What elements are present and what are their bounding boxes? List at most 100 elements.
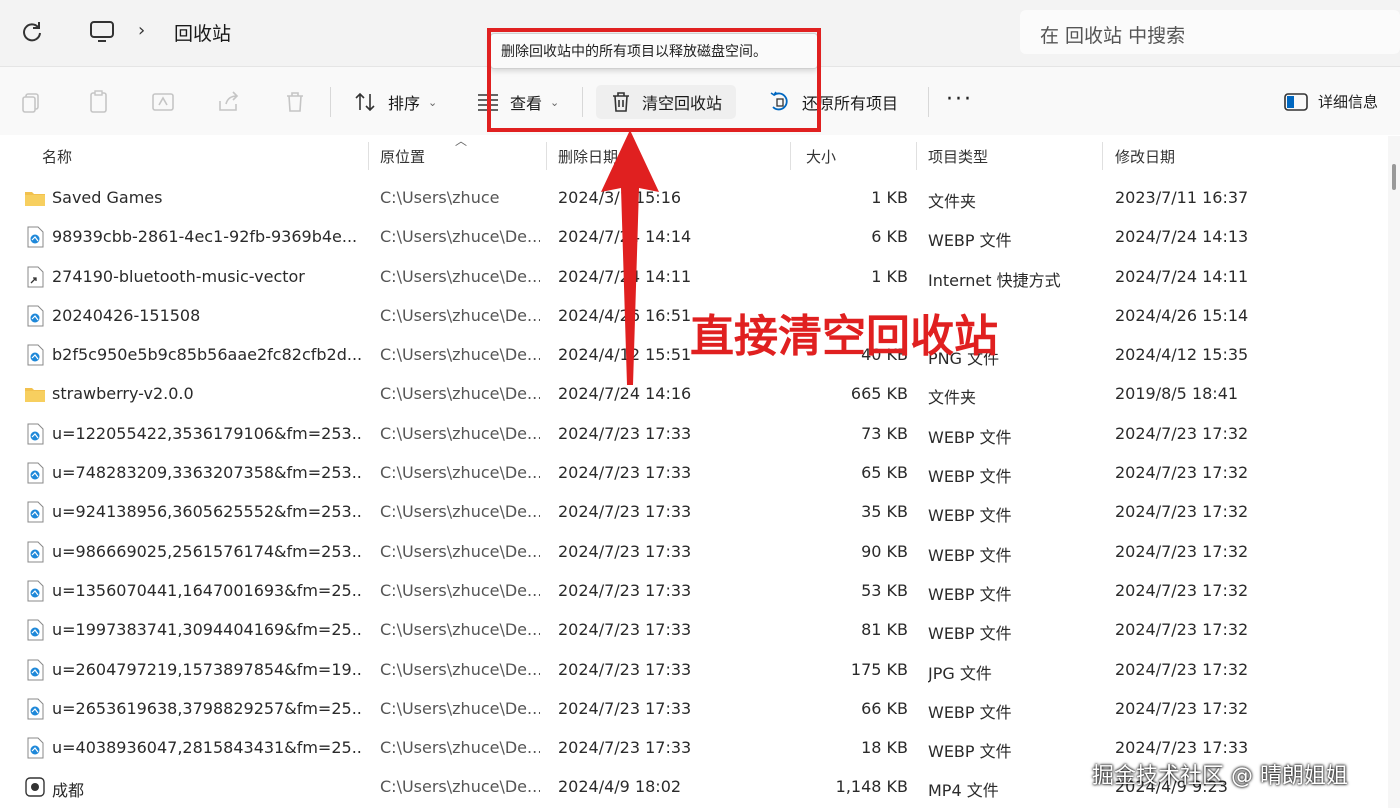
cut-icon[interactable] [20,89,46,115]
this-pc-icon[interactable] [88,18,116,46]
chevron-right-icon[interactable]: › [138,20,152,44]
file-location: C:\Users\zhuce\De... [380,777,540,797]
details-pane-button[interactable]: 详细信息 [1284,91,1378,112]
folder-icon [24,187,46,209]
file-row[interactable]: u=2653619638,3798829257&fm=25... C:\Users… [0,689,1388,728]
file-size: 81 KB [861,620,908,640]
details-label: 详细信息 [1318,93,1379,111]
file-modified-date: 2024/7/23 17:32 [1115,541,1249,561]
column-size[interactable]: 大小 [806,146,836,167]
file-name: 98939cbb-2861-4ec1-92fb-9369b4e... [52,227,358,247]
file-location: C:\Users\zhuce\De... [380,463,540,483]
image-file-icon [24,737,46,759]
file-location: C:\Users\zhuce\De... [380,227,540,247]
column-type[interactable]: 项目类型 [928,146,988,167]
column-modified[interactable]: 修改日期 [1115,146,1175,167]
file-name: 成都 [52,781,85,801]
delete-icon[interactable] [282,89,308,115]
file-list: Saved Games C:\Users\zhuce 2024/3/1 15:16 1… [0,178,1388,807]
image-file-icon [24,541,46,563]
file-modified-date: 2024/4/26 15:14 [1115,305,1249,325]
file-name: u=1997383741,3094404169&fm=25... [52,620,362,640]
column-divider[interactable] [546,142,547,170]
file-row[interactable]: Saved Games C:\Users\zhuce 2024/3/1 15:16 1… [0,178,1388,217]
column-header: 名称 ︿ 原位置 删除日期 大小 项目类型 修改日期 [0,134,1388,176]
refresh-icon[interactable] [18,18,46,46]
file-size: 1,148 KB [835,777,908,797]
column-divider[interactable] [368,142,369,170]
file-location: C:\Users\zhuce\De... [380,423,540,443]
file-type: WEBP 文件 [928,231,1012,251]
file-row[interactable]: u=986669025,2561576174&fm=253... C:\Users… [0,532,1388,571]
file-row[interactable]: strawberry-v2.0.0 C:\Users\zhuce\De... 202… [0,374,1388,413]
file-location: C:\Users\zhuce\De... [380,266,540,286]
file-modified-date: 2024/7/23 17:32 [1115,620,1249,640]
file-size: 53 KB [861,580,908,600]
highlight-box [487,28,821,132]
file-name: 20240426-151508 [52,305,201,325]
scrollbar-thumb[interactable] [1392,164,1396,190]
file-row[interactable]: u=1356070441,1647001693&fm=25... C:\Users… [0,571,1388,610]
file-type: WEBP 文件 [928,624,1012,644]
image-file-icon [24,619,46,641]
share-icon[interactable] [216,89,242,115]
file-name: u=1356070441,1647001693&fm=25... [52,580,362,600]
file-size: 90 KB [861,541,908,561]
file-name: Saved Games [52,188,163,207]
image-file-icon [24,501,46,523]
file-name: u=2653619638,3798829257&fm=25... [52,698,362,718]
file-deleted-date: 2024/7/23 17:33 [558,541,692,561]
vertical-scrollbar[interactable] [1388,136,1400,808]
breadcrumb-recycle-bin[interactable]: 回收站 [174,19,231,46]
file-deleted-date: 2024/7/23 17:33 [558,502,692,522]
search-box[interactable]: 在 回收站 中搜索 [1020,10,1400,54]
sort-button[interactable]: 排序 ⌄ [354,85,437,119]
file-location: C:\Users\zhuce\De... [380,305,540,325]
video-file-icon [24,776,46,798]
file-modified-date: 2024/7/23 17:32 [1115,423,1249,443]
copy-icon[interactable] [86,89,112,115]
file-row[interactable]: u=122055422,3536179106&fm=253... C:\Users… [0,414,1388,453]
annotation-text: 直接清空回收站 [690,311,998,362]
shortcut-file-icon [24,266,46,288]
file-row[interactable]: 98939cbb-2861-4ec1-92fb-9369b4e... C:\Use… [0,217,1388,256]
file-row[interactable]: u=1997383741,3094404169&fm=25... C:\Users… [0,610,1388,649]
file-modified-date: 2024/7/24 14:13 [1115,227,1249,247]
file-row[interactable]: u=2604797219,1573897854&fm=19... C:\Users… [0,650,1388,689]
file-type: MP4 文件 [928,781,999,801]
file-size: 6 KB [871,227,908,247]
file-deleted-date: 2024/7/23 17:33 [558,659,692,679]
file-modified-date: 2024/7/23 17:33 [1115,738,1249,758]
file-size: 66 KB [861,698,908,718]
file-type: WEBP 文件 [928,427,1012,447]
column-name[interactable]: 名称 [42,146,72,167]
file-type: JPG 文件 [928,663,992,683]
column-divider[interactable] [916,142,917,170]
file-modified-date: 2019/8/5 18:41 [1115,384,1239,404]
file-row[interactable]: 274190-bluetooth-music-vector C:\Users\zh… [0,257,1388,296]
search-placeholder: 在 回收站 中搜索 [1040,25,1186,47]
watermark: 掘金技术社区 @ 晴朗姐姐 [1092,764,1348,789]
image-file-icon [24,580,46,602]
file-deleted-date: 2024/7/23 17:33 [558,738,692,758]
file-modified-date: 2024/7/23 17:32 [1115,659,1249,679]
column-divider[interactable] [790,142,791,170]
rename-icon[interactable] [150,89,176,115]
file-size: 65 KB [861,463,908,483]
file-name: 274190-bluetooth-music-vector [52,266,305,286]
file-row[interactable]: u=924138956,3605625552&fm=253... C:\Users… [0,492,1388,531]
file-row[interactable]: u=748283209,3363207358&fm=253... C:\Users… [0,453,1388,492]
column-location[interactable]: 原位置 [380,146,425,167]
more-options-icon[interactable]: ··· [946,87,973,112]
image-file-icon [24,698,46,720]
image-file-icon [24,659,46,681]
column-divider[interactable] [1102,142,1103,170]
image-file-icon [24,226,46,248]
file-modified-date: 2024/7/23 17:32 [1115,463,1249,483]
file-name: u=4038936047,2815843431&fm=25... [52,738,362,758]
file-location: C:\Users\zhuce\De... [380,345,540,365]
file-type: 文件夹 [928,192,977,211]
file-size: 73 KB [861,423,908,443]
sort-label: 排序 [388,94,421,113]
file-deleted-date: 2024/7/23 17:33 [558,463,692,483]
